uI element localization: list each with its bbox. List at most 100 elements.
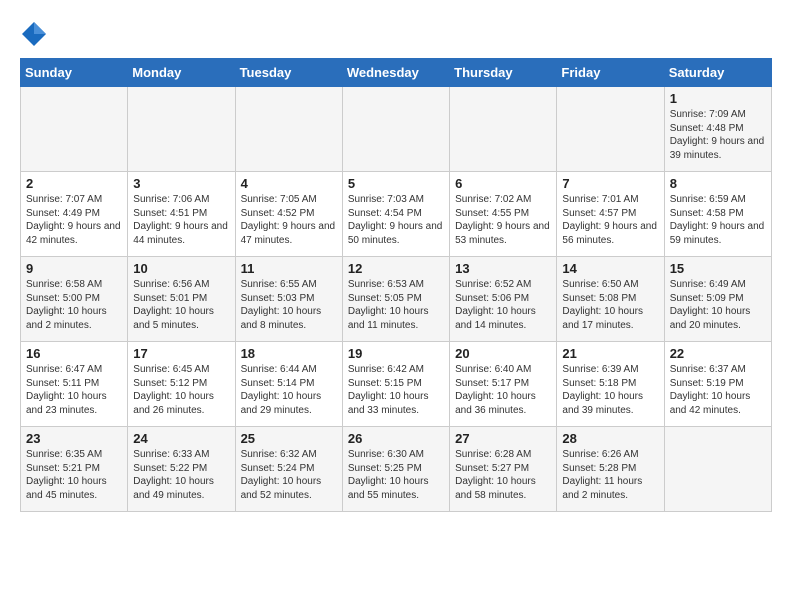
calendar-cell: [342, 87, 449, 172]
calendar-cell: 22 Sunrise: 6:37 AM Sunset: 5:19 PM Dayli…: [664, 342, 771, 427]
day-number: 17: [133, 346, 229, 361]
calendar-cell: 14 Sunrise: 6:50 AM Sunset: 5:08 PM Dayli…: [557, 257, 664, 342]
calendar-week-row: 1Sunrise: 7:09 AM Sunset: 4:48 PM Daylig…: [21, 87, 772, 172]
day-info: Sunrise: 6:47 AM Sunset: 5:11 PM Dayligh…: [26, 363, 122, 417]
day-info: Sunrise: 6:56 AM Sunset: 5:01 PM Dayligh…: [133, 278, 229, 332]
day-info: Sunrise: 6:50 AM Sunset: 5:08 PM Dayligh…: [562, 278, 658, 332]
calendar-cell: [21, 87, 128, 172]
calendar-cell: 1Sunrise: 7:09 AM Sunset: 4:48 PM Daylig…: [664, 87, 771, 172]
calendar-week-row: 2 Sunrise: 7:07 AM Sunset: 4:49 PM Daylig…: [21, 172, 772, 257]
day-number: 15: [670, 261, 766, 276]
day-number: 7: [562, 176, 658, 191]
day-info: Sunrise: 7:06 AM Sunset: 4:51 PM Dayligh…: [133, 193, 229, 247]
day-info: Sunrise: 6:32 AM Sunset: 5:24 PM Dayligh…: [241, 448, 337, 502]
calendar-cell: [664, 427, 771, 512]
day-number: 12: [348, 261, 444, 276]
logo: [20, 20, 50, 48]
calendar-cell: [450, 87, 557, 172]
day-info: Sunrise: 6:45 AM Sunset: 5:12 PM Dayligh…: [133, 363, 229, 417]
day-number: 24: [133, 431, 229, 446]
calendar-cell: [235, 87, 342, 172]
calendar-week-row: 16 Sunrise: 6:47 AM Sunset: 5:11 PM Dayli…: [21, 342, 772, 427]
day-number: 9: [26, 261, 122, 276]
calendar-cell: 8Sunrise: 6:59 AM Sunset: 4:58 PM Daylig…: [664, 172, 771, 257]
day-number: 27: [455, 431, 551, 446]
day-number: 26: [348, 431, 444, 446]
calendar-cell: 6 Sunrise: 7:02 AM Sunset: 4:55 PM Daylig…: [450, 172, 557, 257]
calendar-cell: 5 Sunrise: 7:03 AM Sunset: 4:54 PM Daylig…: [342, 172, 449, 257]
calendar-cell: 27 Sunrise: 6:28 AM Sunset: 5:27 PM Dayli…: [450, 427, 557, 512]
calendar-cell: 24 Sunrise: 6:33 AM Sunset: 5:22 PM Dayli…: [128, 427, 235, 512]
calendar-cell: 3 Sunrise: 7:06 AM Sunset: 4:51 PM Daylig…: [128, 172, 235, 257]
calendar-week-row: 23 Sunrise: 6:35 AM Sunset: 5:21 PM Dayli…: [21, 427, 772, 512]
day-number: 3: [133, 176, 229, 191]
day-info: Sunrise: 7:07 AM Sunset: 4:49 PM Dayligh…: [26, 193, 122, 247]
day-info: Sunrise: 6:58 AM Sunset: 5:00 PM Dayligh…: [26, 278, 122, 332]
day-info: Sunrise: 6:40 AM Sunset: 5:17 PM Dayligh…: [455, 363, 551, 417]
calendar-cell: 26Sunrise: 6:30 AM Sunset: 5:25 PM Dayli…: [342, 427, 449, 512]
day-number: 14: [562, 261, 658, 276]
calendar-cell: 25 Sunrise: 6:32 AM Sunset: 5:24 PM Dayli…: [235, 427, 342, 512]
calendar-week-row: 9 Sunrise: 6:58 AM Sunset: 5:00 PM Daylig…: [21, 257, 772, 342]
calendar-day-header: Monday: [128, 59, 235, 87]
calendar-day-header: Wednesday: [342, 59, 449, 87]
calendar-cell: 2 Sunrise: 7:07 AM Sunset: 4:49 PM Daylig…: [21, 172, 128, 257]
day-info: Sunrise: 6:42 AM Sunset: 5:15 PM Dayligh…: [348, 363, 444, 417]
header: [20, 20, 772, 48]
calendar-cell: 18 Sunrise: 6:44 AM Sunset: 5:14 PM Dayli…: [235, 342, 342, 427]
day-number: 22: [670, 346, 766, 361]
day-info: Sunrise: 6:55 AM Sunset: 5:03 PM Dayligh…: [241, 278, 337, 332]
calendar-cell: 12Sunrise: 6:53 AM Sunset: 5:05 PM Dayli…: [342, 257, 449, 342]
calendar-cell: 21Sunrise: 6:39 AM Sunset: 5:18 PM Dayli…: [557, 342, 664, 427]
day-info: Sunrise: 6:44 AM Sunset: 5:14 PM Dayligh…: [241, 363, 337, 417]
calendar-table: SundayMondayTuesdayWednesdayThursdayFrid…: [20, 58, 772, 512]
calendar-cell: [557, 87, 664, 172]
day-number: 21: [562, 346, 658, 361]
calendar-cell: 10 Sunrise: 6:56 AM Sunset: 5:01 PM Dayli…: [128, 257, 235, 342]
day-info: Sunrise: 6:33 AM Sunset: 5:22 PM Dayligh…: [133, 448, 229, 502]
day-number: 23: [26, 431, 122, 446]
page: SundayMondayTuesdayWednesdayThursdayFrid…: [0, 0, 792, 522]
day-info: Sunrise: 7:01 AM Sunset: 4:57 PM Dayligh…: [562, 193, 658, 247]
calendar-day-header: Friday: [557, 59, 664, 87]
calendar-day-header: Thursday: [450, 59, 557, 87]
calendar-cell: 23 Sunrise: 6:35 AM Sunset: 5:21 PM Dayli…: [21, 427, 128, 512]
calendar-cell: 20 Sunrise: 6:40 AM Sunset: 5:17 PM Dayli…: [450, 342, 557, 427]
calendar-cell: 28 Sunrise: 6:26 AM Sunset: 5:28 PM Dayli…: [557, 427, 664, 512]
calendar-cell: 9 Sunrise: 6:58 AM Sunset: 5:00 PM Daylig…: [21, 257, 128, 342]
day-number: 2: [26, 176, 122, 191]
day-info: Sunrise: 6:28 AM Sunset: 5:27 PM Dayligh…: [455, 448, 551, 502]
day-info: Sunrise: 6:26 AM Sunset: 5:28 PM Dayligh…: [562, 448, 658, 502]
day-number: 18: [241, 346, 337, 361]
calendar-cell: 11Sunrise: 6:55 AM Sunset: 5:03 PM Dayli…: [235, 257, 342, 342]
day-number: 1: [670, 91, 766, 106]
day-info: Sunrise: 7:03 AM Sunset: 4:54 PM Dayligh…: [348, 193, 444, 247]
calendar-day-header: Tuesday: [235, 59, 342, 87]
calendar-cell: 15 Sunrise: 6:49 AM Sunset: 5:09 PM Dayli…: [664, 257, 771, 342]
day-number: 28: [562, 431, 658, 446]
calendar-cell: 4 Sunrise: 7:05 AM Sunset: 4:52 PM Daylig…: [235, 172, 342, 257]
day-info: Sunrise: 7:05 AM Sunset: 4:52 PM Dayligh…: [241, 193, 337, 247]
calendar-cell: [128, 87, 235, 172]
logo-icon: [20, 20, 48, 48]
calendar-header-row: SundayMondayTuesdayWednesdayThursdayFrid…: [21, 59, 772, 87]
day-number: 16: [26, 346, 122, 361]
day-number: 19: [348, 346, 444, 361]
day-number: 6: [455, 176, 551, 191]
day-number: 5: [348, 176, 444, 191]
day-info: Sunrise: 7:02 AM Sunset: 4:55 PM Dayligh…: [455, 193, 551, 247]
calendar-cell: 17 Sunrise: 6:45 AM Sunset: 5:12 PM Dayli…: [128, 342, 235, 427]
day-number: 8: [670, 176, 766, 191]
calendar-cell: 13Sunrise: 6:52 AM Sunset: 5:06 PM Dayli…: [450, 257, 557, 342]
calendar-cell: 7 Sunrise: 7:01 AM Sunset: 4:57 PM Daylig…: [557, 172, 664, 257]
day-info: Sunrise: 6:35 AM Sunset: 5:21 PM Dayligh…: [26, 448, 122, 502]
day-info: Sunrise: 6:49 AM Sunset: 5:09 PM Dayligh…: [670, 278, 766, 332]
day-info: Sunrise: 6:52 AM Sunset: 5:06 PM Dayligh…: [455, 278, 551, 332]
day-number: 25: [241, 431, 337, 446]
day-number: 20: [455, 346, 551, 361]
day-number: 4: [241, 176, 337, 191]
calendar-day-header: Saturday: [664, 59, 771, 87]
calendar-cell: 19 Sunrise: 6:42 AM Sunset: 5:15 PM Dayli…: [342, 342, 449, 427]
day-number: 10: [133, 261, 229, 276]
day-info: Sunrise: 6:37 AM Sunset: 5:19 PM Dayligh…: [670, 363, 766, 417]
